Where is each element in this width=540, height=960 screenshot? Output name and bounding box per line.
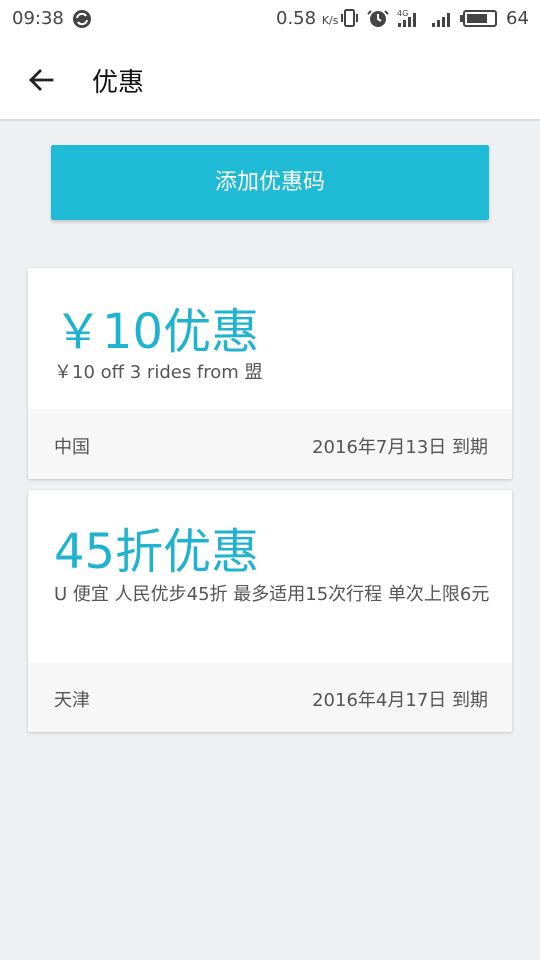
svg-text:4G: 4G	[397, 9, 408, 18]
status-time: 09:38	[12, 8, 64, 29]
promo-card-footer: 中国 2016年7月13日 到期	[28, 409, 512, 479]
promo-card-footer: 天津 2016年4月17日 到期	[28, 662, 512, 732]
app-bar: 优惠	[0, 38, 540, 121]
promo-amount: 45折优惠	[54, 524, 260, 580]
promo-region: 中国	[54, 437, 90, 458]
battery-level: 64	[506, 8, 529, 29]
promo-card[interactable]: ￥10优惠 ￥10 off 3 rides from 盟 中国 2016年7月1…	[28, 268, 512, 479]
promo-expiry: 2016年4月17日 到期	[312, 690, 488, 711]
back-arrow-icon[interactable]	[26, 65, 56, 95]
promo-card[interactable]: 45折优惠 U 便宜 人民优步45折 最多适用15次行程 单次上限6元 天津 2…	[28, 490, 512, 732]
promo-expiry: 2016年7月13日 到期	[312, 437, 488, 458]
vibrate-icon	[341, 9, 358, 27]
signal-icon	[432, 13, 450, 27]
4g-signal-icon: 4G	[397, 9, 416, 27]
network-speed-value: 0.58	[276, 8, 317, 29]
promo-amount: ￥10优惠	[54, 304, 260, 360]
sync-icon	[72, 9, 92, 29]
promo-card-body: 45折优惠 U 便宜 人民优步45折 最多适用15次行程 单次上限6元	[28, 490, 512, 662]
promo-description: ￥10 off 3 rides from 盟	[54, 362, 263, 383]
network-speed: 0.58 K/s	[276, 8, 338, 29]
network-speed-unit: K/s	[321, 14, 339, 27]
promo-card-body: ￥10优惠 ￥10 off 3 rides from 盟	[28, 268, 512, 409]
battery-icon	[460, 10, 497, 27]
add-promo-code-button[interactable]: 添加优惠码	[51, 145, 489, 220]
promo-region: 天津	[54, 690, 90, 711]
page-title: 优惠	[92, 68, 145, 98]
status-icons: 4G	[340, 7, 502, 31]
promo-description: U 便宜 人民优步45折 最多适用15次行程 单次上限6元	[54, 584, 490, 605]
status-bar: 09:38 0.58 K/s 4G 64	[0, 0, 540, 38]
alarm-icon	[367, 10, 389, 27]
